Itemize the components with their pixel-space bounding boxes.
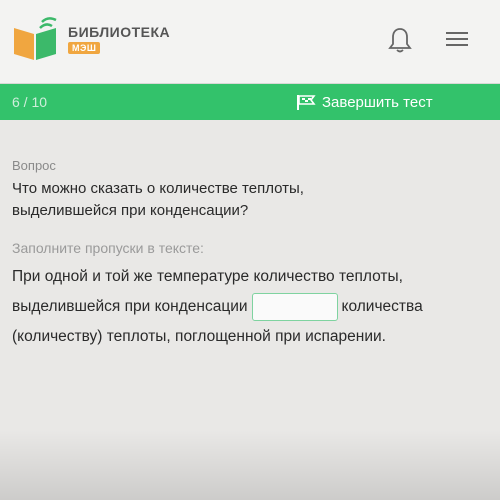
flag-icon — [297, 95, 316, 110]
menu-line — [446, 32, 468, 34]
app-header: БИБЛИОТЕКА МЭШ — [0, 0, 500, 84]
finish-test-button[interactable]: Завершить тест — [296, 90, 433, 114]
fill-in-text: При одной и той же температуре количеств… — [12, 262, 482, 352]
screen-shade — [0, 430, 500, 500]
app-screen: БИБЛИОТЕКА МЭШ 6 / 10 Завершить тест Воп… — [0, 0, 500, 500]
question-text: Что можно сказать о количестве теплоты, … — [12, 178, 452, 222]
logo-title: БИБЛИОТЕКА — [68, 24, 171, 40]
answer-blank-input[interactable] — [251, 292, 338, 321]
finish-test-label: Завершить тест — [322, 93, 433, 111]
question-counter: 6 / 10 — [12, 94, 48, 110]
bell-icon[interactable] — [388, 26, 412, 54]
menu-line — [446, 44, 468, 46]
question-text-line: Что можно сказать о количестве теплоты, — [12, 180, 304, 197]
question-label: Вопрос — [12, 158, 56, 173]
instruction-hint: Заполните пропуски в тексте: — [12, 240, 204, 256]
menu-line — [446, 38, 468, 40]
logo-badge: МЭШ — [68, 42, 101, 54]
library-logo-icon — [14, 17, 57, 60]
question-text-line: выделившейся при конденсации? — [12, 202, 249, 219]
hamburger-menu-icon[interactable] — [444, 28, 470, 50]
